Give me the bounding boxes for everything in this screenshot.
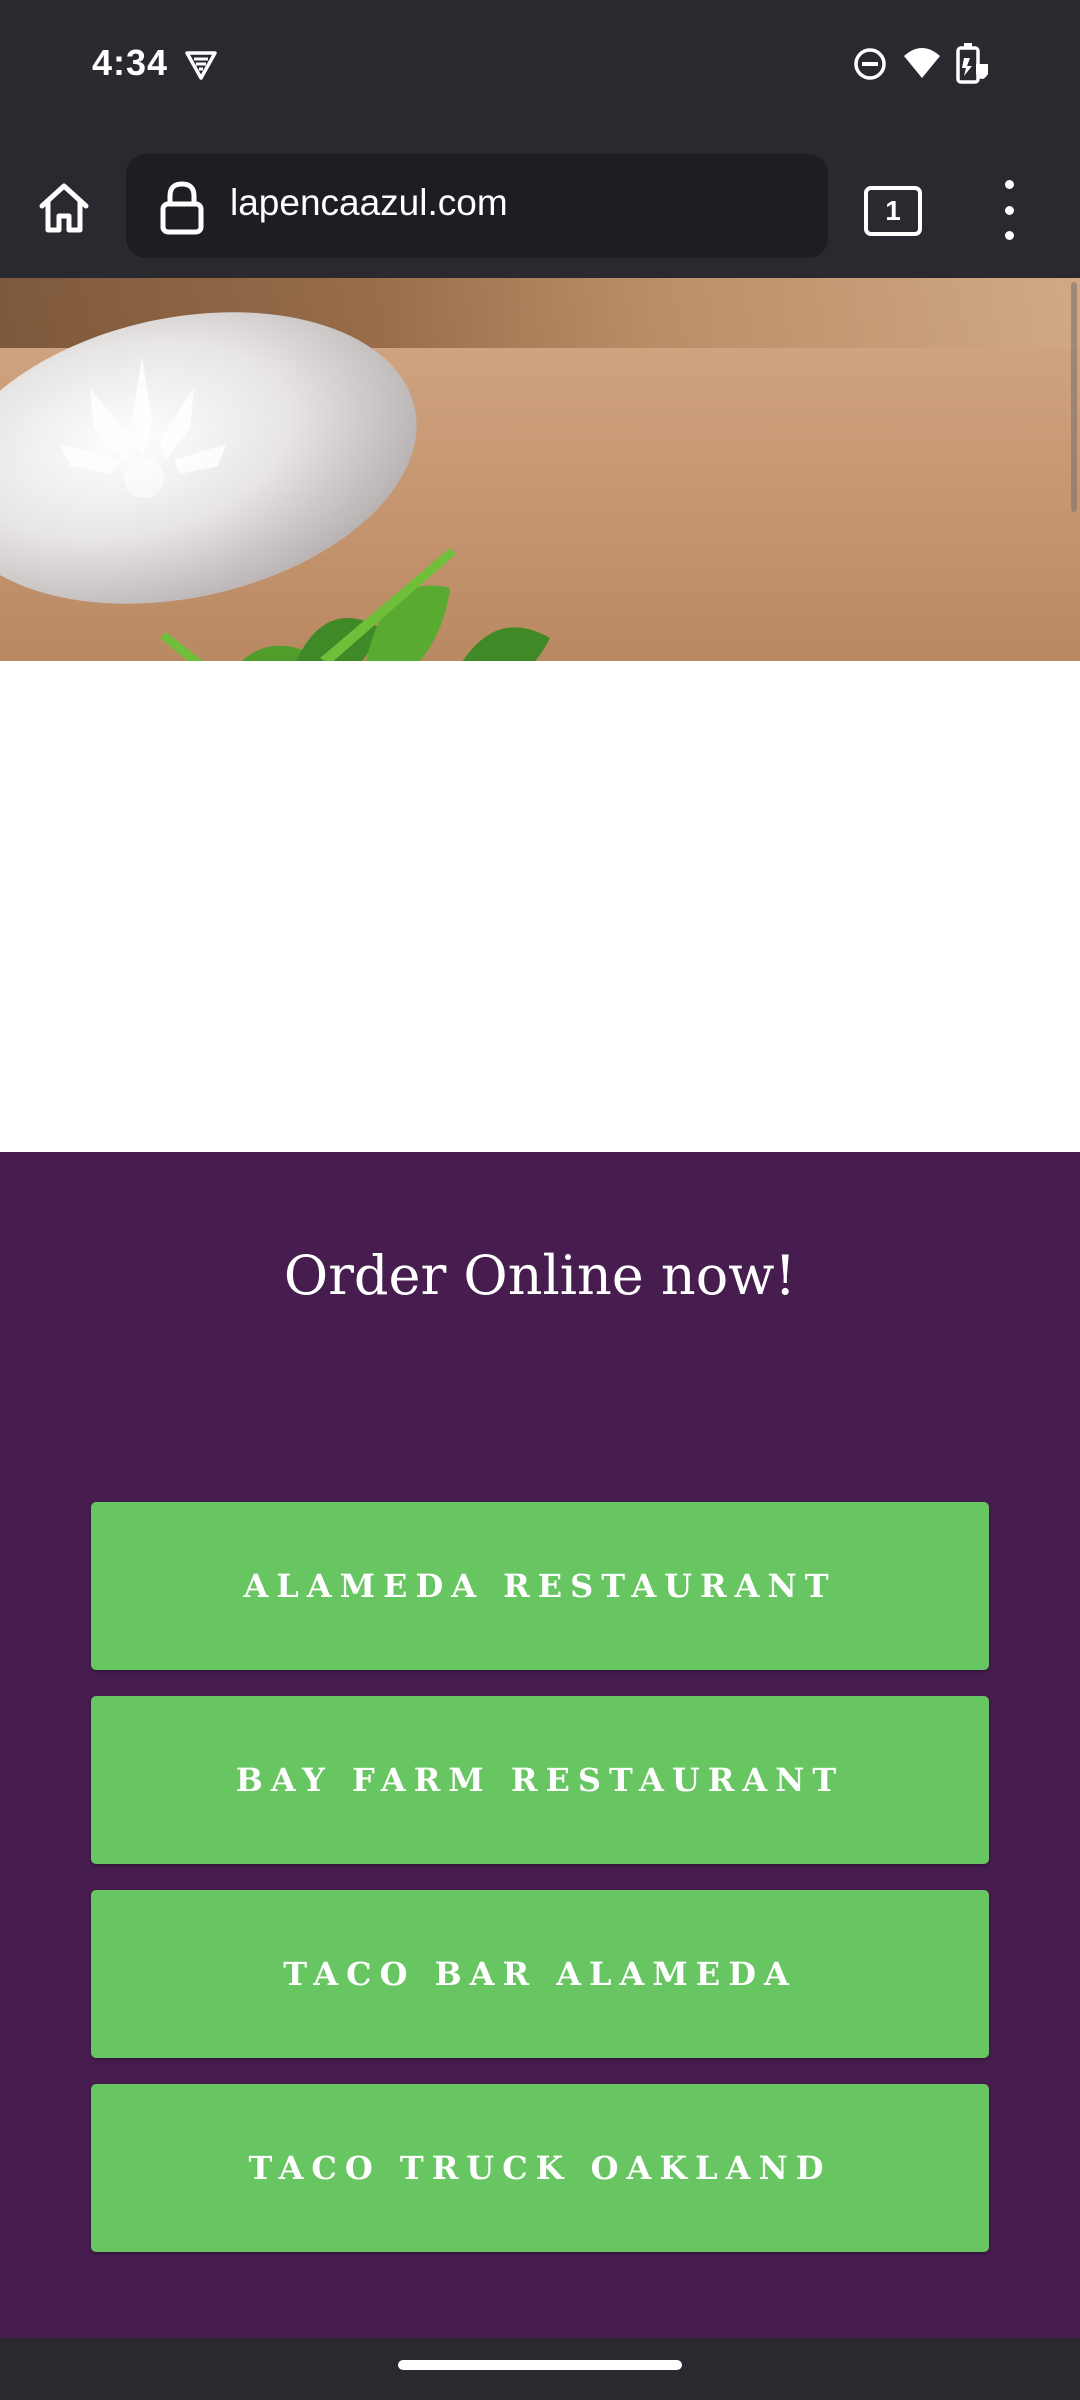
content-spacer	[0, 661, 1080, 1152]
alameda-restaurant-button[interactable]: ALAMEDA RESTAURANT	[91, 1502, 989, 1670]
button-label: BAY FARM RESTAURANT	[235, 1761, 845, 1799]
do-not-disturb-icon	[852, 46, 888, 82]
home-icon	[39, 183, 89, 233]
hero-image	[0, 278, 1080, 661]
order-online-section: Order Online now! ALAMEDA RESTAURANT BAY…	[0, 1152, 1080, 2338]
tab-count: 1	[885, 195, 901, 226]
url-text[interactable]: lapencaazul.com	[230, 182, 508, 224]
button-label: ALAMEDA RESTAURANT	[243, 1567, 837, 1605]
url-bar[interactable]: lapencaazul.com	[126, 154, 828, 258]
system-navigation-bar	[0, 2338, 1080, 2400]
lock-icon	[156, 180, 208, 236]
hero-greens	[160, 548, 550, 661]
browser-toolbar: lapencaazul.com 1	[0, 138, 1080, 278]
button-label: TACO BAR ALAMEDA	[283, 1955, 797, 1993]
page-scrollbar[interactable]	[1071, 282, 1077, 512]
logo-watermark-icon	[60, 358, 226, 498]
home-button[interactable]	[30, 174, 98, 242]
taco-bar-alameda-button[interactable]: TACO BAR ALAMEDA	[91, 1890, 989, 2058]
tab-switcher-button[interactable]: 1	[864, 186, 922, 236]
status-bar: 4:34	[0, 0, 1080, 138]
button-label: TACO TRUCK OAKLAND	[248, 2149, 832, 2187]
battery-saver-icon	[956, 42, 990, 84]
overflow-menu-icon[interactable]	[994, 180, 1024, 240]
status-time: 4:34	[92, 42, 169, 83]
gesture-handle[interactable]	[398, 2360, 682, 2370]
taco-truck-oakland-button[interactable]: TACO TRUCK OAKLAND	[91, 2084, 989, 2252]
bay-farm-restaurant-button[interactable]: BAY FARM RESTAURANT	[91, 1696, 989, 1864]
wifi-icon	[902, 46, 942, 80]
vpn-shield-icon	[184, 48, 218, 82]
order-heading: Order Online now!	[283, 1244, 797, 1307]
